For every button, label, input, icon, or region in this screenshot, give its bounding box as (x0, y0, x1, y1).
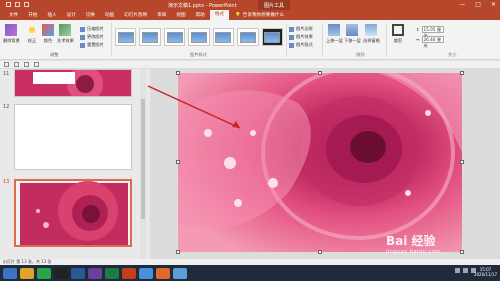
powerpoint-icon[interactable] (122, 267, 136, 279)
network-icon[interactable] (455, 268, 460, 273)
app-icon[interactable] (173, 267, 187, 279)
start-icon[interactable] (3, 267, 17, 279)
excel-icon[interactable] (105, 267, 119, 279)
clock-date: 2020/11/17 (473, 272, 497, 277)
firefox-icon[interactable] (156, 267, 170, 279)
system-tray (455, 268, 476, 273)
premiere-icon[interactable] (88, 267, 102, 279)
file-explorer-icon[interactable] (20, 267, 34, 279)
watermark-sub: jingyan.baidu.com (386, 249, 441, 255)
volume-icon[interactable] (463, 268, 468, 273)
windows-taskbar: 15:07 2020/11/17 (0, 265, 500, 281)
taskbar-clock[interactable]: 15:07 2020/11/17 (474, 267, 497, 277)
watermark-main: Bai 经验 (386, 234, 436, 248)
word-icon[interactable] (71, 267, 85, 279)
wechat-icon[interactable] (37, 267, 51, 279)
browser-icon[interactable] (139, 267, 153, 279)
baidu-watermark: Bai 经验 jingyan.baidu.com (386, 232, 441, 255)
qq-icon[interactable] (54, 267, 68, 279)
